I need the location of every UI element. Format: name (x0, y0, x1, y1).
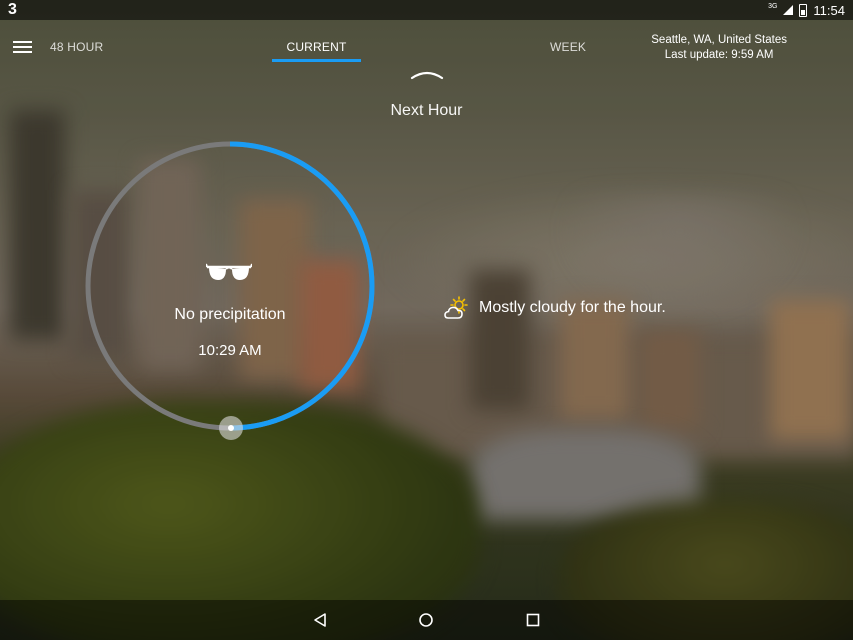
next-hour-label: Next Hour (390, 102, 463, 119)
tab-48-hour[interactable]: 48 HOUR (50, 40, 103, 54)
system-nav-bar (0, 600, 853, 640)
partly-cloudy-icon (444, 296, 468, 319)
chevron-up-icon[interactable] (410, 68, 444, 82)
precipitation-timeline-ring (85, 141, 375, 431)
location-info[interactable]: Seattle, WA, United States Last update: … (651, 33, 787, 63)
app-screen: 3 3G 11:54 48 HOUR CURRENT WEEK Seattle,… (0, 0, 853, 640)
tab-week[interactable]: WEEK (550, 40, 586, 54)
precipitation-status: No precipitation (174, 306, 286, 323)
status-icons: 3G 11:54 (768, 3, 845, 18)
signal-icon (783, 5, 794, 15)
hamburger-menu-icon[interactable] (13, 41, 32, 53)
hour-summary: Mostly cloudy for the hour. (443, 296, 666, 320)
location-name: Seattle, WA, United States (651, 34, 787, 46)
precipitation-time: 10:29 AM (198, 342, 262, 359)
last-update: Last update: 9:59 AM (664, 49, 774, 61)
hour-summary-text: Mostly cloudy for the hour. (479, 299, 666, 316)
recent-apps-icon[interactable] (525, 612, 541, 628)
back-icon[interactable] (312, 612, 328, 628)
network-type: 3G (768, 2, 778, 10)
tab-current[interactable]: CURRENT (272, 40, 361, 54)
active-tab-indicator (272, 59, 361, 62)
status-bar: 3 3G 11:54 (0, 0, 853, 20)
status-time: 11:54 (813, 2, 845, 18)
notification-count: 3 (8, 1, 17, 18)
battery-icon (799, 3, 808, 17)
timeline-handle[interactable] (219, 416, 243, 440)
app-bar: 48 HOUR CURRENT WEEK Seattle, WA, United… (0, 20, 853, 70)
sunglasses-icon (206, 263, 252, 280)
home-icon[interactable] (418, 612, 434, 628)
